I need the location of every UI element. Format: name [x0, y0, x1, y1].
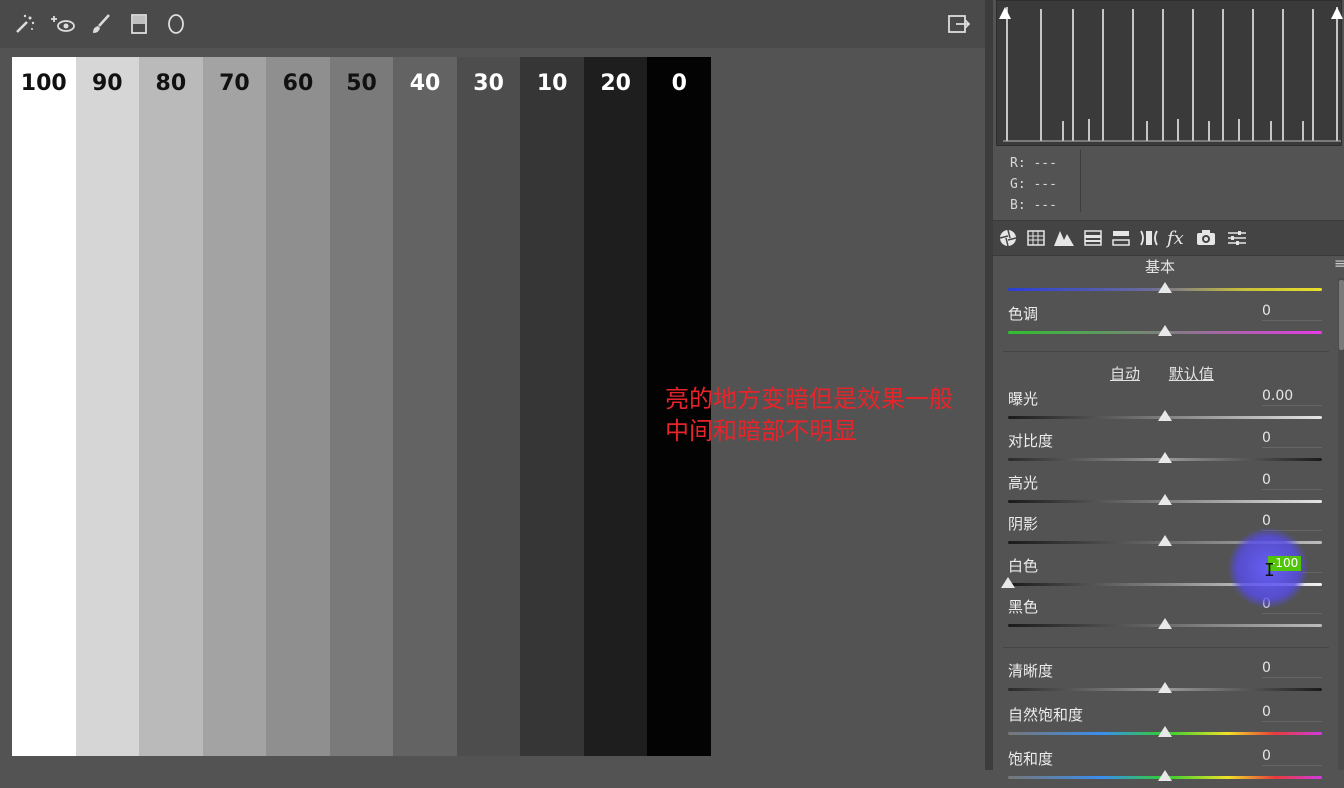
histogram-graph [999, 7, 1343, 142]
gray-swatch-label: 40 [409, 71, 441, 96]
effects-icon[interactable]: fx [1165, 227, 1189, 249]
tint-slider-row: 色调 0 [1000, 303, 1330, 343]
annotation-line-2: 中间和暗部不明显 [665, 417, 857, 445]
histogram [996, 0, 1343, 146]
tool-bar [0, 0, 985, 49]
gray-swatch-label: 100 [20, 71, 67, 96]
gray-swatch: 20 [583, 57, 648, 756]
camera-calibration-icon[interactable] [1194, 227, 1218, 249]
annotation-line-1: 亮的地方变暗但是效果一般 [665, 385, 953, 413]
highlights-slider-row: 高光 0 [1000, 472, 1330, 512]
contrast-slider-thumb[interactable] [1158, 452, 1172, 463]
radial-filter-tool-icon[interactable] [163, 10, 189, 38]
scrollbar-thumb[interactable] [1339, 280, 1344, 350]
readout-separator [1080, 150, 1081, 212]
clarity-label: 清晰度 [1008, 662, 1054, 680]
panel-tab-bar: fx [993, 220, 1344, 256]
blacks-slider-thumb[interactable] [1158, 618, 1172, 629]
default-link[interactable]: 默认值 [1169, 365, 1214, 383]
green-readout: G: --- [1010, 177, 1057, 192]
highlights-label: 高光 [1008, 474, 1039, 492]
tint-value-field[interactable]: 0 [1262, 303, 1322, 321]
clarity-slider-thumb[interactable] [1158, 682, 1172, 693]
saturation-slider-row: 饱和度 0 [1000, 748, 1330, 788]
gray-swatch: 10 [520, 57, 584, 756]
hsl-icon[interactable] [1081, 227, 1105, 249]
exposure-value-field[interactable]: 0.00 [1262, 388, 1322, 406]
contrast-value-field[interactable]: 0 [1262, 430, 1322, 448]
whites-label: 白色 [1008, 557, 1039, 575]
whites-slider-thumb[interactable] [1001, 577, 1015, 588]
svg-text:fx: fx [1166, 228, 1184, 248]
highlights-value-field[interactable]: 0 [1262, 472, 1322, 490]
graduated-filter-tool-icon[interactable] [126, 10, 152, 38]
gray-swatch-label: 90 [92, 71, 123, 96]
panel-divider[interactable] [985, 0, 993, 770]
clarity-value-field[interactable]: 0 [1262, 660, 1322, 678]
scrollbar[interactable] [1338, 278, 1344, 770]
gray-swatch-label: 20 [600, 71, 631, 96]
vibrance-slider-thumb[interactable] [1158, 726, 1172, 737]
blue-readout: B: --- [1010, 198, 1057, 213]
highlight-clipping-warning-icon[interactable] [1331, 7, 1343, 19]
gray-swatch: 60 [266, 57, 330, 756]
presets-icon[interactable] [1225, 227, 1249, 249]
gray-swatch: 90 [75, 57, 140, 756]
contrast-label: 对比度 [1008, 432, 1054, 450]
shadows-label: 阴影 [1008, 515, 1039, 533]
detail-icon[interactable] [1052, 227, 1076, 249]
section-divider [1003, 647, 1329, 648]
panel-menu-icon[interactable]: ≡ [1334, 256, 1344, 272]
blacks-label: 黑色 [1008, 598, 1039, 616]
adjustment-brush-tool-icon[interactable] [88, 10, 114, 38]
gray-swatch: 80 [139, 57, 203, 756]
gray-swatch-label: 80 [155, 71, 187, 96]
temperature-slider-thumb[interactable] [1158, 282, 1172, 293]
tone-curve-icon[interactable] [1024, 227, 1048, 249]
gray-swatch: 100 [12, 57, 76, 756]
gray-swatch-label: 50 [346, 71, 377, 96]
section-divider [1003, 351, 1329, 352]
gray-swatch-label: 60 [282, 71, 314, 96]
gray-swatch: 70 [202, 57, 267, 756]
gray-swatch-label: 10 [536, 71, 568, 96]
exposure-slider-thumb[interactable] [1158, 410, 1172, 421]
gray-swatch-label: 0 [671, 71, 687, 96]
saturation-slider-thumb[interactable] [1158, 770, 1172, 781]
rgb-readout: R: --- G: --- B: --- [1010, 153, 1057, 216]
split-toning-icon[interactable] [1109, 227, 1133, 249]
vibrance-label: 自然饱和度 [1008, 706, 1084, 724]
gray-swatch: 30 [456, 57, 521, 756]
shadows-slider-thumb[interactable] [1158, 535, 1172, 546]
annotation-text: 亮的地方变暗但是效果一般 中间和暗部不明显 [665, 383, 995, 447]
exposure-slider-row: 曝光 0.00 [1000, 388, 1330, 428]
spot-removal-tool-icon[interactable] [12, 10, 38, 38]
gray-swatch: 50 [329, 57, 394, 756]
saturation-label: 饱和度 [1008, 750, 1054, 768]
tint-label: 色调 [1008, 305, 1039, 323]
vibrance-value-field[interactable]: 0 [1262, 704, 1322, 722]
auto-default-links: 自动 默认值 [1110, 363, 1238, 384]
export-icon[interactable] [946, 10, 972, 38]
grayscale-swatch-strip: 100 90 80 70 60 50 40 30 10 20 0 [12, 57, 712, 756]
contrast-slider-row: 对比度 0 [1000, 430, 1330, 470]
saturation-value-field[interactable]: 0 [1262, 748, 1322, 766]
gray-swatch-label: 70 [219, 71, 250, 96]
shadow-clipping-warning-icon[interactable] [999, 7, 1011, 19]
red-readout: R: --- [1010, 156, 1057, 171]
red-eye-tool-icon[interactable] [48, 10, 78, 38]
ibeam-cursor-icon: I [1264, 560, 1275, 581]
exposure-label: 曝光 [1008, 390, 1039, 408]
basic-icon[interactable] [996, 227, 1020, 249]
vibrance-slider-row: 自然饱和度 0 [1000, 704, 1330, 744]
auto-link[interactable]: 自动 [1110, 365, 1140, 383]
lens-corrections-icon[interactable] [1137, 227, 1161, 249]
gray-swatch: 40 [393, 57, 457, 756]
tint-slider-thumb[interactable] [1158, 325, 1172, 336]
highlights-slider-thumb[interactable] [1158, 494, 1172, 505]
gray-swatch-label: 30 [473, 71, 504, 96]
clarity-slider-row: 清晰度 0 [1000, 660, 1330, 700]
